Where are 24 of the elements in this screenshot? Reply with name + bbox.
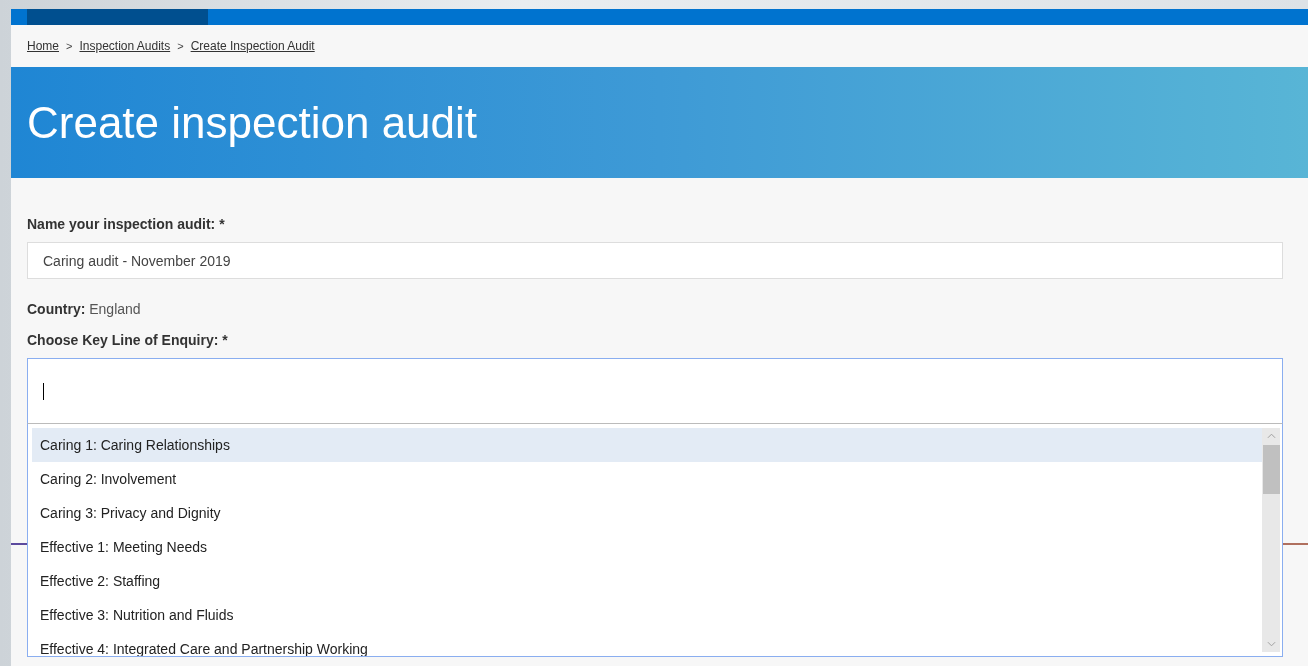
breadcrumb-link[interactable]: Create Inspection Audit [190,39,315,53]
text-cursor [43,382,44,400]
breadcrumb-link[interactable]: Home [27,39,59,53]
scrollbar[interactable] [1262,428,1280,652]
dropdown-option[interactable]: Effective 4: Integrated Care and Partnership Working [32,632,1262,656]
country-value: England [89,301,141,317]
dropdown-option[interactable]: Caring 3: Privacy and Dignity [32,496,1262,530]
field-label: Choose Key Line of Enquiry: * [27,332,229,348]
page-title: Create inspection audit [27,97,478,148]
scrollbar-thumb[interactable] [1262,445,1280,494]
breadcrumb-separator: > [177,40,184,52]
scroll-up-icon[interactable] [1266,433,1276,439]
search-input-field[interactable] [27,358,1283,424]
field-label: Country: [27,301,86,317]
breadcrumb-link[interactable]: Inspection Audits [79,39,171,53]
dropdown-option[interactable]: Effective 1: Meeting Needs [32,530,1262,564]
name-input-field[interactable]: Caring audit - November 2019 [27,242,1283,279]
dropdown-option[interactable]: Effective 2: Staffing [32,564,1262,598]
field-label: Name your inspection audit: * [27,216,226,232]
dropdown-option[interactable]: Caring 1: Caring Relationships [32,428,1262,462]
dropdown-option[interactable]: Effective 3: Nutrition and Fluids [32,598,1262,632]
dropdown-option[interactable]: Caring 2: Involvement [32,462,1262,496]
breadcrumb-separator: > [66,40,73,52]
scroll-down-icon[interactable] [1266,641,1276,647]
